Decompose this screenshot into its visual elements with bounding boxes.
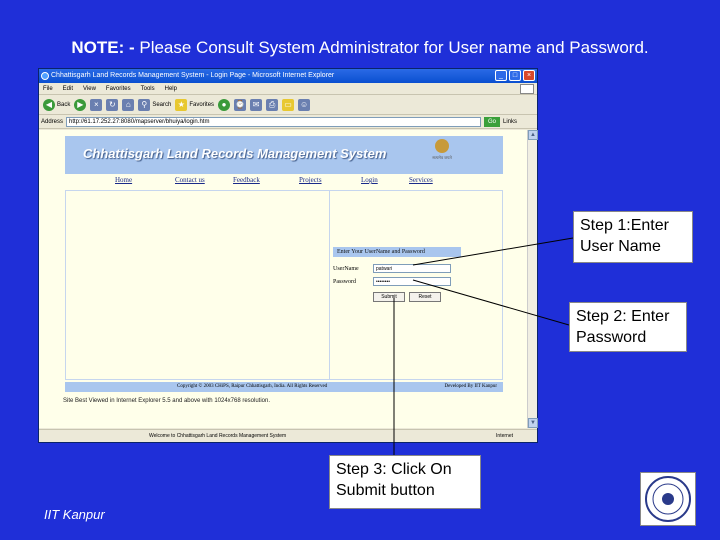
browser-window: Chhattisgarh Land Records Management Sys… — [38, 68, 538, 443]
nav-login[interactable]: Login — [361, 176, 378, 184]
messenger-icon[interactable]: ☺ — [298, 98, 311, 111]
forward-arrow-icon[interactable]: ▶ — [74, 98, 87, 111]
folder-icon[interactable]: ▭ — [282, 98, 295, 111]
left-panel — [66, 191, 330, 379]
search-label: Search — [152, 101, 172, 108]
password-input[interactable] — [373, 277, 451, 286]
nav-contact-us[interactable]: Contact us — [175, 176, 205, 184]
submit-button[interactable]: Submit — [373, 292, 405, 302]
address-label: Address — [41, 118, 64, 125]
site-title: Chhattisgarh Land Records Management Sys… — [83, 146, 387, 161]
step3-callout: Step 3: Click On Submit button — [329, 455, 481, 509]
best-viewed-note: Site Best Viewed in Internet Explorer 5.… — [63, 398, 271, 404]
back-arrow-icon: ◀ — [43, 98, 55, 111]
ie-icon — [41, 72, 49, 80]
menu-tools[interactable]: Tools — [141, 83, 155, 94]
stop-icon[interactable]: × — [90, 98, 103, 111]
links-label[interactable]: Links — [503, 119, 517, 125]
password-label: Password — [333, 278, 357, 285]
username-label: UserName — [333, 265, 359, 272]
back-button[interactable]: ◀ Back — [43, 98, 71, 111]
status-message: Welcome to Chhattisgarh Land Records Man… — [149, 433, 287, 439]
star-icon: ★ — [175, 98, 188, 111]
menu-edit[interactable]: Edit — [63, 83, 73, 94]
scroll-down-icon[interactable]: ▼ — [528, 418, 538, 428]
state-emblem-icon: सत्यमेव जयते — [431, 139, 453, 169]
refresh-icon[interactable]: ↻ — [106, 98, 119, 111]
emblem-lion-icon — [435, 139, 449, 153]
address-bar: Address http://61.17.252.27:8080/mapserv… — [39, 115, 537, 129]
menu-help[interactable]: Help — [165, 83, 177, 94]
login-form: Enter Your UserName and Password UserNam… — [333, 247, 499, 302]
favorites-button[interactable]: ★ Favorites — [175, 98, 215, 111]
nav-projects[interactable]: Projects — [299, 176, 322, 184]
search-button[interactable]: ⚲ Search — [138, 98, 172, 111]
copyright-text: Copyright © 2003 CHiPS, Raipur Chhattisg… — [177, 384, 328, 389]
note-banner: NOTE: - Please Consult System Administra… — [0, 38, 720, 58]
address-input[interactable]: http://61.17.252.27:8080/mapserver/bhuiy… — [66, 116, 482, 127]
note-prefix: NOTE: - — [71, 38, 140, 57]
windows-flag-icon — [520, 84, 534, 94]
login-heading: Enter Your UserName and Password — [333, 247, 461, 257]
favorites-label: Favorites — [189, 101, 215, 108]
username-input[interactable] — [373, 264, 451, 273]
mail-icon[interactable]: ✉ — [250, 98, 263, 111]
home-icon[interactable]: ⌂ — [122, 98, 135, 111]
emblem-motto: सत्यमेव जयते — [432, 155, 452, 160]
developer-credit: Developed By IIT Kanpur — [444, 384, 497, 389]
print-icon[interactable]: ⎙ — [266, 98, 279, 111]
back-label: Back — [57, 101, 71, 108]
history-icon[interactable]: ⌚ — [234, 98, 247, 111]
search-icon: ⚲ — [138, 98, 151, 111]
window-titlebar[interactable]: Chhattisgarh Land Records Management Sys… — [39, 69, 537, 83]
nav-feedback[interactable]: Feedback — [233, 176, 260, 184]
step2-callout: Step 2: Enter Password — [569, 302, 687, 352]
site-nav: Home Contact us Feedback Projects Login … — [65, 176, 503, 188]
status-bar: Welcome to Chhattisgarh Land Records Man… — [39, 429, 537, 442]
media-icon[interactable]: ● — [218, 98, 231, 111]
iit-kanpur-logo — [640, 472, 696, 526]
minimize-button[interactable]: _ — [495, 70, 507, 81]
seal-icon — [645, 476, 691, 522]
reset-button[interactable]: Reset — [409, 292, 441, 302]
site-banner: Chhattisgarh Land Records Management Sys… — [65, 136, 503, 174]
maximize-button[interactable]: □ — [509, 70, 521, 81]
nav-home[interactable]: Home — [115, 176, 132, 184]
go-button[interactable]: Go — [484, 116, 501, 127]
scroll-up-icon[interactable]: ▲ — [528, 130, 538, 140]
window-title: Chhattisgarh Land Records Management Sys… — [51, 72, 335, 79]
step1-callout: Step 1:Enter User Name — [573, 211, 693, 263]
note-text: Please Consult System Administrator for … — [139, 38, 649, 57]
internet-zone: Internet — [496, 433, 513, 439]
slide-credit: IIT Kanpur — [44, 507, 105, 522]
menu-view[interactable]: View — [83, 83, 96, 94]
site-footer: Copyright © 2003 CHiPS, Raipur Chhattisg… — [65, 382, 503, 392]
menu-favorites[interactable]: Favorites — [106, 83, 131, 94]
vertical-scrollbar[interactable]: ▲ ▼ — [527, 130, 538, 428]
page-content: Chhattisgarh Land Records Management Sys… — [39, 130, 538, 428]
toolbar: ◀ Back ▶ × ↻ ⌂ ⚲ Search ★ Favorites ● ⌚ … — [39, 95, 537, 115]
menu-bar: File Edit View Favorites Tools Help — [39, 83, 537, 95]
nav-services[interactable]: Services — [409, 176, 433, 184]
menu-file[interactable]: File — [43, 83, 53, 94]
close-button[interactable]: × — [523, 70, 535, 81]
